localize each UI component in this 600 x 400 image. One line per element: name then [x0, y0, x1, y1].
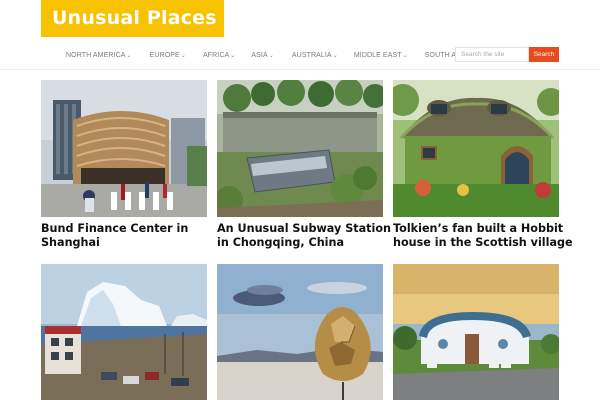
post-thumbnail[interactable]: [393, 80, 559, 217]
post-title[interactable]: Tolkien’s fan built a Hobbit house in th…: [393, 222, 573, 250]
post-title-line: An Unusual Subway Station: [217, 222, 391, 235]
site-logo[interactable]: Unusual Places: [41, 0, 224, 37]
post-title-line: in Chongqing, China: [217, 236, 345, 249]
nav-item-australia[interactable]: AUSTRALIA ⌄: [292, 52, 338, 59]
search-button[interactable]: Search: [529, 47, 559, 62]
post-thumbnail[interactable]: [41, 80, 207, 217]
post-card: An Unusual Subway Station in Chongqing, …: [217, 80, 391, 250]
chevron-down-icon: ⌄: [402, 52, 408, 59]
post-title[interactable]: Bund Finance Center in Shanghai: [41, 222, 207, 250]
post-title-line: Bund Finance Center in: [41, 222, 189, 235]
post-title-line: house in the Scottish village: [393, 236, 573, 249]
nav-item-label: MIDDLE EAST: [353, 51, 402, 59]
post-title-line: Shanghai: [41, 236, 100, 249]
post-title-line: Tolkien’s fan built a Hobbit: [393, 222, 564, 235]
post-thumbnail[interactable]: [393, 264, 559, 400]
chevron-down-icon: ⌄: [332, 52, 338, 59]
nav-item-asia[interactable]: ASIA ⌄: [251, 52, 274, 59]
nav-item-label: EUROPE: [149, 51, 180, 59]
post-thumbnail[interactable]: [41, 264, 207, 400]
chevron-down-icon: ⌄: [126, 52, 132, 59]
post-card: [393, 264, 559, 400]
post-card: Tolkien’s fan built a Hobbit house in th…: [393, 80, 573, 250]
nav-item-north-america[interactable]: NORTH AMERICA ⌄: [66, 52, 132, 59]
main-nav: NORTH AMERICA ⌄ EUROPE ⌄ AFRICA ⌄ ASIA ⌄ AUS…: [66, 47, 490, 63]
post-card: Bund Finance Center in Shanghai: [41, 80, 207, 250]
post-thumbnail[interactable]: [217, 80, 383, 217]
chevron-down-icon: ⌄: [180, 52, 186, 59]
nav-item-label: AUSTRALIA: [291, 51, 332, 59]
chevron-down-icon: ⌄: [230, 52, 236, 59]
nav-item-middle-east[interactable]: MIDDLE EAST ⌄: [354, 52, 408, 59]
chevron-down-icon: ⌄: [268, 52, 274, 59]
nav-item-europe[interactable]: EUROPE ⌄: [150, 52, 186, 59]
nav-item-africa[interactable]: AFRICA ⌄: [203, 52, 235, 59]
nav-item-label: NORTH AMERICA: [66, 51, 126, 59]
post-title[interactable]: An Unusual Subway Station in Chongqing, …: [217, 222, 391, 250]
post-thumbnail[interactable]: [217, 264, 383, 400]
post-card: [217, 264, 383, 400]
nav-item-label: AFRICA: [202, 51, 230, 59]
nav-item-label: ASIA: [251, 51, 268, 59]
header-divider: [0, 69, 600, 70]
post-card: [41, 264, 207, 400]
search-input[interactable]: [455, 47, 529, 62]
